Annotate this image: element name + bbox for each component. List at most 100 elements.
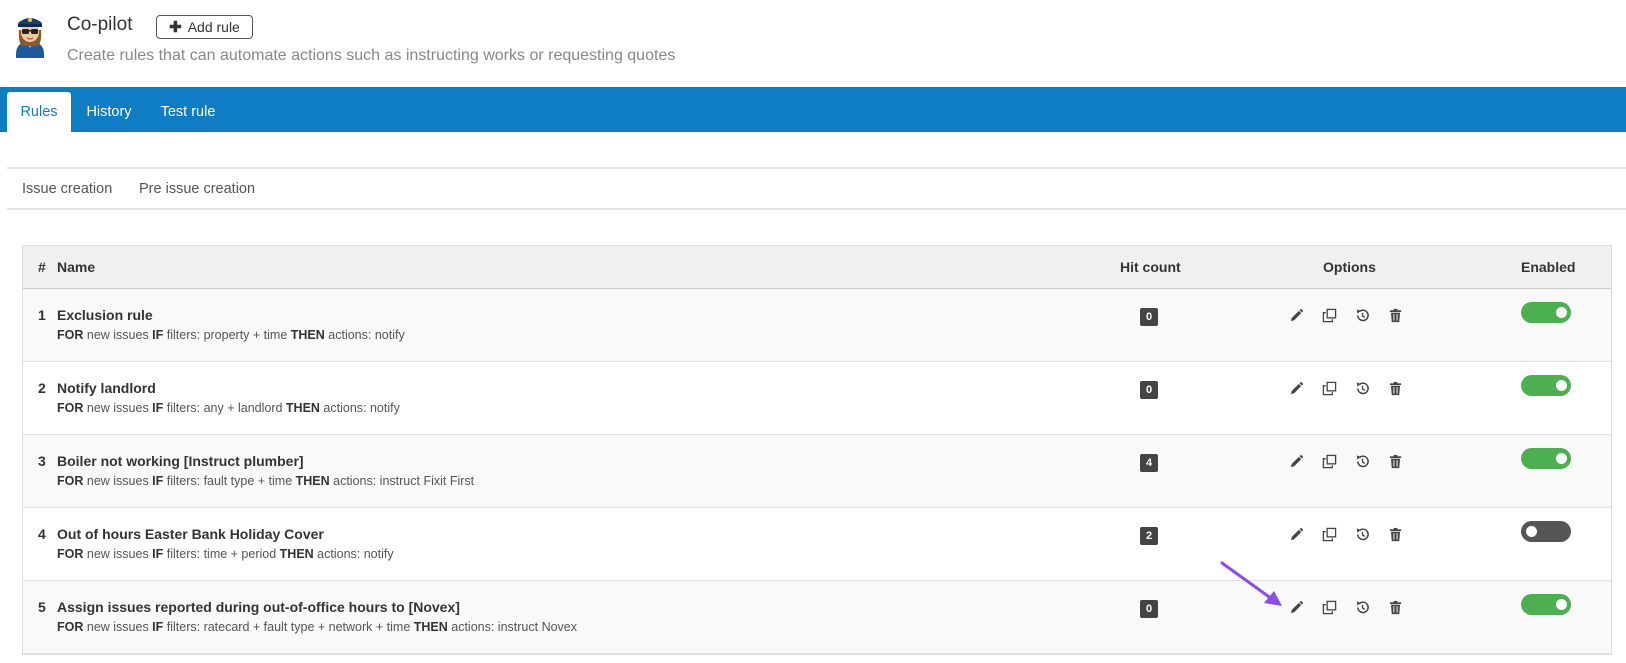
main-tab-bar: Rules History Test rule: [0, 87, 1626, 132]
rule-description: FOR new issues IF filters: any + landlor…: [57, 401, 400, 415]
toggle-knob: [1556, 599, 1567, 610]
for-text: new issues: [83, 547, 153, 561]
enabled-toggle[interactable]: [1521, 375, 1571, 396]
rule-description: FOR new issues IF filters: fault type + …: [57, 474, 474, 488]
history-icon[interactable]: [1354, 380, 1371, 397]
table-row: 5 Assign issues reported during out-of-of…: [23, 581, 1611, 654]
rule-number: 2: [38, 380, 46, 396]
toggle-knob: [1556, 453, 1567, 464]
keyword-if: IF: [152, 474, 164, 488]
if-text: filters: time + period: [163, 547, 280, 561]
rule-options: [1288, 307, 1404, 324]
col-header-options: Options: [1323, 259, 1376, 275]
keyword-then: THEN: [295, 474, 330, 488]
rule-name: Exclusion rule: [57, 307, 153, 323]
tab-rules[interactable]: Rules: [7, 92, 71, 132]
history-icon[interactable]: [1354, 599, 1371, 616]
pencil-icon[interactable]: [1288, 526, 1305, 543]
rule-number: 3: [38, 453, 46, 469]
rule-number: 1: [38, 307, 46, 323]
rule-name: Notify landlord: [57, 380, 156, 396]
keyword-for: FOR: [57, 547, 84, 561]
trash-icon[interactable]: [1387, 526, 1404, 543]
tab-history[interactable]: History: [80, 92, 138, 132]
trash-icon[interactable]: [1387, 380, 1404, 397]
keyword-then: THEN: [413, 620, 448, 634]
trash-icon[interactable]: [1387, 453, 1404, 470]
pencil-icon[interactable]: [1288, 599, 1305, 616]
if-text: filters: property + time: [163, 328, 291, 342]
keyword-for: FOR: [57, 401, 84, 415]
pencil-icon[interactable]: [1288, 453, 1305, 470]
copy-icon[interactable]: [1321, 453, 1338, 470]
enabled-toggle[interactable]: [1521, 448, 1571, 469]
keyword-then: THEN: [290, 328, 325, 342]
trash-icon[interactable]: [1387, 307, 1404, 324]
rule-name: Assign issues reported during out-of-off…: [57, 599, 460, 615]
table-row: 3 Boiler not working [Instruct plumber] FO…: [23, 435, 1611, 508]
toggle-knob: [1556, 380, 1567, 391]
rule-description: FOR new issues IF filters: ratecard + fa…: [57, 620, 577, 634]
keyword-then: THEN: [285, 401, 320, 415]
pencil-icon[interactable]: [1288, 307, 1305, 324]
history-icon[interactable]: [1354, 453, 1371, 470]
add-rule-label: Add rule: [187, 19, 240, 35]
if-text: filters: any + landlord: [163, 401, 286, 415]
rule-name: Boiler not working [Instruct plumber]: [57, 453, 304, 469]
keyword-if: IF: [152, 620, 164, 634]
enabled-toggle[interactable]: [1521, 302, 1571, 323]
copy-icon[interactable]: [1321, 307, 1338, 324]
keyword-if: IF: [152, 401, 164, 415]
hit-count-badge: 0: [1140, 308, 1158, 326]
toggle-knob: [1526, 526, 1537, 537]
then-text: actions: notify: [313, 547, 394, 561]
pencil-icon[interactable]: [1288, 380, 1305, 397]
rule-description: FOR new issues IF filters: property + ti…: [57, 328, 405, 342]
subtab-issue-creation[interactable]: Issue creation: [22, 181, 112, 197]
page-title: Co-pilot: [67, 14, 133, 35]
if-text: filters: ratecard + fault type + network…: [163, 620, 414, 634]
keyword-then: THEN: [279, 547, 314, 561]
then-text: actions: instruct Fixit First: [329, 474, 475, 488]
copy-icon[interactable]: [1321, 599, 1338, 616]
tab-test-rule[interactable]: Test rule: [150, 92, 226, 132]
table-header: # Name Hit count Options Enabled: [23, 246, 1611, 289]
for-text: new issues: [83, 474, 153, 488]
page-header: Co-pilot ✚ Add rule Create rules that ca…: [0, 0, 1626, 87]
trash-icon[interactable]: [1387, 599, 1404, 616]
enabled-toggle[interactable]: [1521, 521, 1571, 542]
sub-tab-bar: Issue creation Pre issue creation: [7, 167, 1626, 210]
rule-options: [1288, 526, 1404, 543]
rule-description: FOR new issues IF filters: time + period…: [57, 547, 394, 561]
enabled-toggle[interactable]: [1521, 594, 1571, 615]
table-row: 2 Notify landlord FOR new issues IF filter…: [23, 362, 1611, 435]
hit-count-badge: 4: [1140, 454, 1158, 472]
copy-icon[interactable]: [1321, 380, 1338, 397]
rule-number: 4: [38, 526, 46, 542]
keyword-if: IF: [152, 547, 164, 561]
subtab-pre-issue-creation[interactable]: Pre issue creation: [139, 181, 255, 197]
for-text: new issues: [83, 620, 153, 634]
keyword-for: FOR: [57, 328, 84, 342]
rule-options: [1288, 380, 1404, 397]
then-text: actions: instruct Novex: [447, 620, 577, 634]
copy-icon[interactable]: [1321, 526, 1338, 543]
add-rule-button[interactable]: ✚ Add rule: [156, 15, 253, 39]
history-icon[interactable]: [1354, 526, 1371, 543]
col-header-name: Name: [57, 259, 96, 275]
then-text: actions: notify: [324, 328, 405, 342]
col-header-hit-count: Hit count: [1120, 259, 1181, 275]
pilot-avatar-icon: [16, 18, 44, 58]
history-icon[interactable]: [1354, 307, 1371, 324]
table-row: 1 Exclusion rule FOR new issues IF filters…: [23, 289, 1611, 362]
keyword-for: FOR: [57, 474, 84, 488]
hit-count-badge: 2: [1140, 527, 1158, 545]
rule-name: Out of hours Easter Bank Holiday Cover: [57, 526, 324, 542]
rule-options: [1288, 599, 1404, 616]
keyword-for: FOR: [57, 620, 84, 634]
rules-table: # Name Hit count Options Enabled 1 Exclus…: [22, 245, 1612, 655]
keyword-if: IF: [152, 328, 164, 342]
for-text: new issues: [83, 401, 153, 415]
plus-icon: ✚: [169, 18, 182, 36]
if-text: filters: fault type + time: [163, 474, 296, 488]
